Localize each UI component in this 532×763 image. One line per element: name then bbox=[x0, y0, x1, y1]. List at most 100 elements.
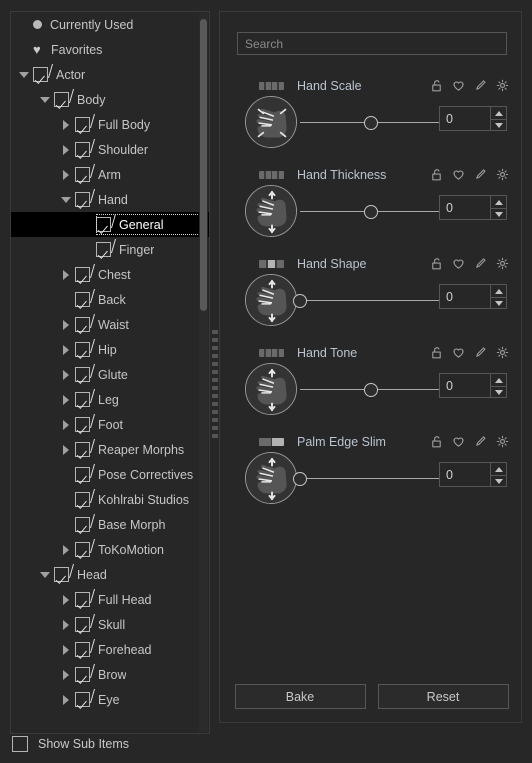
hand-tone-icon[interactable] bbox=[245, 363, 297, 415]
tree-item-tokomotion[interactable]: ToKoMotion bbox=[11, 537, 209, 562]
tree-item-checkbox[interactable] bbox=[75, 417, 90, 432]
slider-handle[interactable] bbox=[293, 294, 307, 308]
tree-item-leg[interactable]: Leg bbox=[11, 387, 209, 412]
tree-item-checkbox[interactable] bbox=[96, 217, 111, 232]
slider-handle[interactable] bbox=[293, 472, 307, 486]
tree-item-checkbox[interactable] bbox=[75, 317, 90, 332]
chevron-right-icon[interactable] bbox=[61, 595, 70, 605]
tree-item-arm[interactable]: Arm bbox=[11, 162, 209, 187]
tree-scroll-area[interactable]: Currently Used ♥ Favorites Actor Body Full Bo… bbox=[11, 12, 209, 733]
tree-item-full-body[interactable]: Full Body bbox=[11, 112, 209, 137]
tree-item-checkbox[interactable] bbox=[75, 592, 90, 607]
tree-item-checkbox[interactable] bbox=[75, 542, 90, 557]
hand-thickness-icon[interactable] bbox=[245, 185, 297, 237]
tree-item-pose-correctives[interactable]: Pose Correctives bbox=[11, 462, 209, 487]
parameter-value-spinner[interactable]: 0 bbox=[439, 373, 507, 398]
chevron-right-icon[interactable] bbox=[61, 645, 70, 655]
bake-button[interactable]: Bake bbox=[234, 684, 366, 709]
chevron-right-icon[interactable] bbox=[61, 620, 70, 630]
tree-item-checkbox[interactable] bbox=[75, 442, 90, 457]
chevron-down-icon[interactable] bbox=[40, 570, 50, 579]
settings-gear-icon[interactable] bbox=[496, 168, 509, 181]
parameter-slider[interactable] bbox=[293, 293, 442, 309]
unlock-icon[interactable] bbox=[430, 168, 443, 181]
chevron-right-icon[interactable] bbox=[61, 270, 70, 280]
settings-gear-icon[interactable] bbox=[496, 435, 509, 448]
chevron-right-icon[interactable] bbox=[61, 170, 70, 180]
parameter-slider[interactable] bbox=[300, 115, 442, 131]
palm-edge-slim-icon[interactable] bbox=[245, 452, 297, 504]
tree-item-checkbox[interactable] bbox=[75, 192, 90, 207]
tree-item-skull[interactable]: Skull bbox=[11, 612, 209, 637]
settings-gear-icon[interactable] bbox=[496, 79, 509, 92]
tree-item-chest[interactable]: Chest bbox=[11, 262, 209, 287]
edit-pencil-icon[interactable] bbox=[474, 435, 487, 448]
tree-item-checkbox[interactable] bbox=[96, 242, 111, 257]
chevron-right-icon[interactable] bbox=[61, 545, 70, 555]
unlock-icon[interactable] bbox=[430, 79, 443, 92]
parameter-value[interactable]: 0 bbox=[440, 196, 490, 219]
edit-pencil-icon[interactable] bbox=[474, 346, 487, 359]
tree-item-waist[interactable]: Waist bbox=[11, 312, 209, 337]
settings-gear-icon[interactable] bbox=[496, 257, 509, 270]
favorite-heart-icon[interactable] bbox=[452, 346, 465, 359]
tree-item-back[interactable]: Back bbox=[11, 287, 209, 312]
tree-item-checkbox[interactable] bbox=[54, 567, 69, 582]
parameter-value-spinner[interactable]: 0 bbox=[439, 462, 507, 487]
tree-item-checkbox[interactable] bbox=[75, 517, 90, 532]
parameter-slider[interactable] bbox=[300, 382, 442, 398]
chevron-right-icon[interactable] bbox=[61, 370, 70, 380]
chevron-right-icon[interactable] bbox=[61, 345, 70, 355]
edit-pencil-icon[interactable] bbox=[474, 79, 487, 92]
slider-handle[interactable] bbox=[364, 205, 378, 219]
search-input[interactable] bbox=[237, 32, 507, 55]
parameter-value-spinner[interactable]: 0 bbox=[439, 284, 507, 309]
tree-item-hand[interactable]: Hand bbox=[11, 187, 209, 212]
unlock-icon[interactable] bbox=[430, 257, 443, 270]
tree-item-kohlrabi-studios[interactable]: Kohlrabi Studios bbox=[11, 487, 209, 512]
parameter-value[interactable]: 0 bbox=[440, 374, 490, 397]
tree-item-favorites[interactable]: ♥ Favorites bbox=[11, 37, 209, 62]
favorite-heart-icon[interactable] bbox=[452, 79, 465, 92]
tree-item-finger[interactable]: Finger bbox=[11, 237, 209, 262]
chevron-right-icon[interactable] bbox=[61, 320, 70, 330]
parameter-slider[interactable] bbox=[293, 471, 442, 487]
spinner-increment-button[interactable] bbox=[491, 107, 506, 119]
settings-gear-icon[interactable] bbox=[496, 346, 509, 359]
tree-item-checkbox[interactable] bbox=[75, 167, 90, 182]
tree-item-brow[interactable]: Brow bbox=[11, 662, 209, 687]
chevron-down-icon[interactable] bbox=[40, 95, 50, 104]
tree-item-checkbox[interactable] bbox=[75, 667, 90, 682]
tree-item-checkbox[interactable] bbox=[75, 617, 90, 632]
tree-item-foot[interactable]: Foot bbox=[11, 412, 209, 437]
show-sub-items-row[interactable]: Show Sub Items bbox=[12, 733, 129, 755]
chevron-right-icon[interactable] bbox=[61, 695, 70, 705]
tree-item-shoulder[interactable]: Shoulder bbox=[11, 137, 209, 162]
favorite-heart-icon[interactable] bbox=[452, 168, 465, 181]
spinner-decrement-button[interactable] bbox=[491, 118, 506, 131]
unlock-icon[interactable] bbox=[430, 346, 443, 359]
tree-item-hip[interactable]: Hip bbox=[11, 337, 209, 362]
spinner-increment-button[interactable] bbox=[491, 463, 506, 475]
chevron-down-icon[interactable] bbox=[61, 195, 71, 204]
tree-item-checkbox[interactable] bbox=[75, 367, 90, 382]
show-sub-items-checkbox[interactable] bbox=[12, 736, 28, 752]
tree-item-general[interactable]: General bbox=[11, 212, 209, 237]
tree-vertical-scrollbar[interactable] bbox=[199, 13, 208, 732]
spinner-increment-button[interactable] bbox=[491, 285, 506, 297]
tree-item-head[interactable]: Head bbox=[11, 562, 209, 587]
parameter-value[interactable]: 0 bbox=[440, 107, 490, 130]
chevron-right-icon[interactable] bbox=[61, 445, 70, 455]
tree-item-checkbox[interactable] bbox=[75, 692, 90, 707]
parameter-value-spinner[interactable]: 0 bbox=[439, 106, 507, 131]
tree-item-checkbox[interactable] bbox=[75, 267, 90, 282]
slider-handle[interactable] bbox=[364, 116, 378, 130]
edit-pencil-icon[interactable] bbox=[474, 168, 487, 181]
tree-item-body[interactable]: Body bbox=[11, 87, 209, 112]
tree-item-checkbox[interactable] bbox=[75, 467, 90, 482]
tree-item-reaper-morphs[interactable]: Reaper Morphs bbox=[11, 437, 209, 462]
tree-item-checkbox[interactable] bbox=[75, 492, 90, 507]
chevron-right-icon[interactable] bbox=[61, 420, 70, 430]
spinner-decrement-button[interactable] bbox=[491, 474, 506, 487]
panel-splitter-handle[interactable] bbox=[212, 330, 218, 442]
